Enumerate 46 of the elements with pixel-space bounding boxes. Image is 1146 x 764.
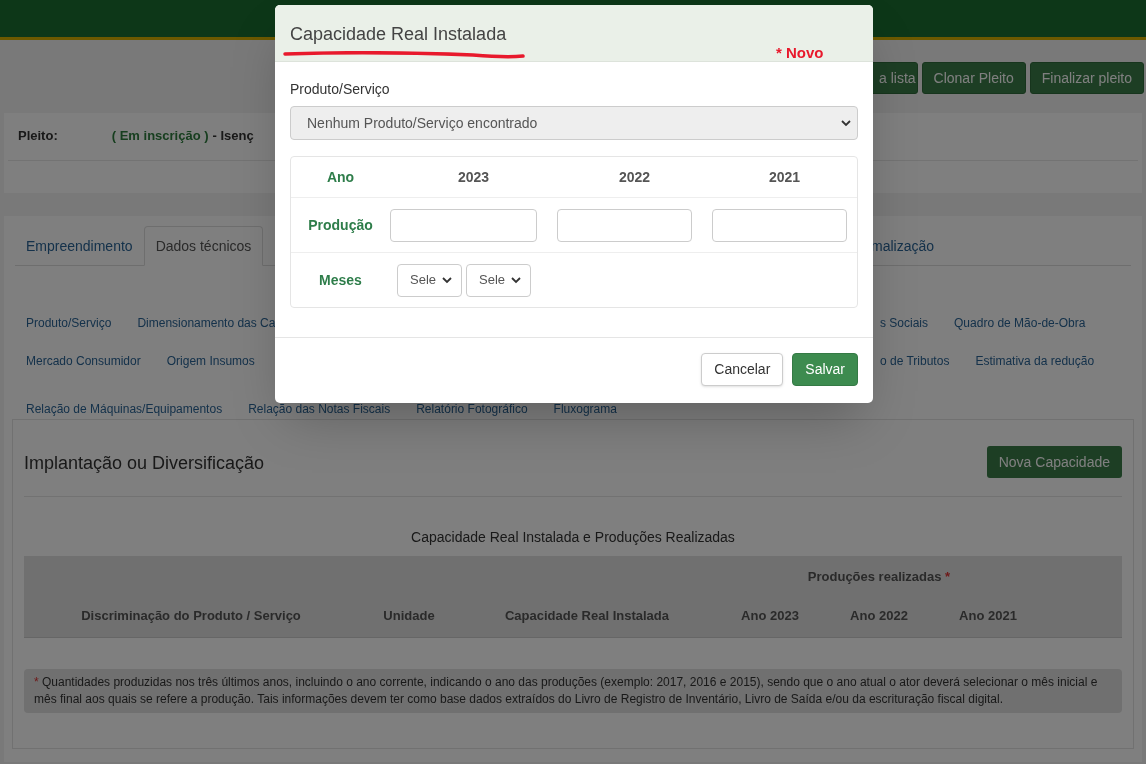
new-note: * Novo [776,43,824,63]
nav-link[interactable]: o de Tributos [880,352,950,370]
nav-link[interactable]: Origem Insumos [166,352,255,370]
header-button[interactable]: Finalizar pleito [1029,62,1144,94]
nav-link[interactable]: Relatório Fotográfico [416,400,528,418]
nav-link[interactable]: Relação das Notas Fiscais [248,400,391,418]
nav-link[interactable]: s Sociais [880,314,929,332]
column-header: Ano 2022 [850,607,908,625]
year-header: 2021 [768,167,801,187]
production-input[interactable] [557,208,692,242]
column-header: Ano 2021 [959,607,1017,625]
nav-link[interactable]: Produto/Serviço [26,314,112,332]
nav-link[interactable]: Relação de Máquinas/Equipamentos [26,400,223,418]
column-header: Ano 2023 [741,607,799,625]
tab[interactable]: Dados técnicos [143,226,264,266]
pleito-type: - Isenç [212,127,254,145]
column-header: Discriminação do Produto / Serviço [81,607,301,625]
tab[interactable]: malização [860,226,946,266]
table-caption: Capacidade Real Instalada e Produções Realizadas [411,528,735,547]
section-title: Implantação ou Diversificação [24,452,265,475]
row-label: Ano [326,167,355,187]
new-capacity-button[interactable]: Nova Capacidade [986,446,1122,478]
nav-link[interactable]: Quadro de Mão-de-Obra [954,314,1086,332]
production-input[interactable] [712,208,847,242]
nav-link[interactable]: Dimensionamento das Ca [137,314,276,332]
column-header: Capacidade Real Instalada [505,607,669,625]
field-label: Produto/Serviço [290,80,391,99]
row-label: Produção [308,215,373,235]
footnote: * Quantidades produzidas nos três últimos anos, incluindo o ano corrente, indicando o ano das produções (exemplo: 2017, 2016 e 2015), sendo que o ano atual o ator deverá selecionar o mês inicial e mês final aos quais se refere a produção. Tais informações devem ter como base dados extraídos do Livro de Registro de Inventário, Livro de Saída e/ou da escrituração fiscal digital. [24,669,1122,713]
chevron-down-icon [841,119,851,127]
pleito-label: Pleito: [18,127,58,145]
group-header: Produções realizadas * [807,568,951,586]
modal-title: Capacidade Real Instalada [290,23,507,46]
column-header: Unidade [383,607,435,625]
nav-link[interactable]: Mercado Consumidor [26,352,141,370]
production-input[interactable] [390,208,537,242]
nav-link[interactable]: Estimativa da redução [975,352,1095,370]
nav-link[interactable]: Fluxograma [553,400,617,418]
chevron-down-icon [511,276,521,284]
header-button[interactable]: Clonar Pleito [921,62,1026,94]
row-label: Meses [319,270,362,290]
year-header: 2022 [618,167,651,187]
tab[interactable]: Empreendimento [15,226,144,266]
status-text: ( Em inscrição ) [111,127,209,145]
chevron-down-icon [442,276,452,284]
year-header: 2023 [457,167,490,187]
